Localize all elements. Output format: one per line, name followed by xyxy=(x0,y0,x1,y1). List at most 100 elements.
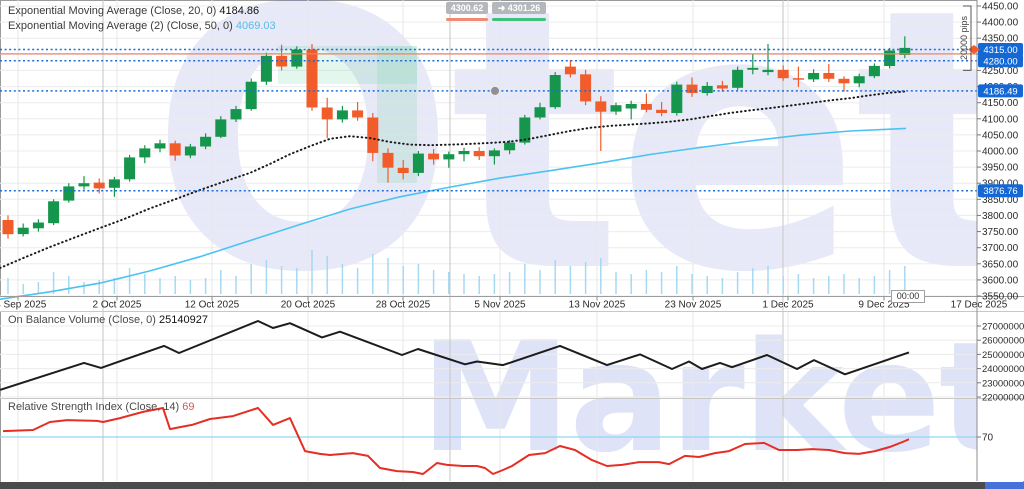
sell-spread-bar xyxy=(446,18,488,21)
candle[interactable] xyxy=(854,76,865,83)
candle[interactable] xyxy=(94,183,105,189)
candle[interactable] xyxy=(580,74,591,101)
candle[interactable] xyxy=(33,223,44,229)
candle[interactable] xyxy=(18,228,29,234)
bottom-bar-accent xyxy=(985,482,1024,489)
obv-legend-value: 25140927 xyxy=(159,314,208,326)
candle[interactable] xyxy=(383,153,394,168)
sell-button[interactable]: 4300.62 ➜ xyxy=(446,2,488,14)
candle[interactable] xyxy=(702,86,713,93)
trading-chart-window: Otet Markets 4450.004400.004350.004300.0… xyxy=(0,0,1024,489)
candle[interactable] xyxy=(428,154,439,160)
rsi-legend-row[interactable]: Relative Strength Index (Close, 14) 69 xyxy=(8,401,195,413)
candle[interactable] xyxy=(413,154,424,173)
candle[interactable] xyxy=(3,220,14,234)
candle[interactable] xyxy=(459,151,470,154)
order-marker-dot[interactable] xyxy=(491,87,499,95)
candle[interactable] xyxy=(823,73,834,79)
candle[interactable] xyxy=(687,85,698,93)
candle[interactable] xyxy=(200,137,211,147)
candle[interactable] xyxy=(48,201,59,223)
candle[interactable] xyxy=(717,85,728,88)
candle[interactable] xyxy=(550,75,561,107)
candle[interactable] xyxy=(170,143,181,155)
candle[interactable] xyxy=(291,50,302,67)
buy-arrow-icon: ➜ xyxy=(498,3,506,13)
obv-line[interactable] xyxy=(0,321,909,390)
bottom-bar xyxy=(0,482,1024,489)
candle[interactable] xyxy=(747,68,758,70)
ema20-line[interactable] xyxy=(0,91,906,268)
candle[interactable] xyxy=(869,66,880,76)
svg-text:3876.76: 3876.76 xyxy=(983,186,1017,197)
candle[interactable] xyxy=(215,119,226,136)
candle[interactable] xyxy=(139,148,150,157)
candle[interactable] xyxy=(732,70,743,88)
candle[interactable] xyxy=(656,110,667,113)
candle[interactable] xyxy=(231,109,242,119)
candle[interactable] xyxy=(79,183,90,186)
candle[interactable] xyxy=(155,143,166,148)
candle[interactable] xyxy=(307,50,318,108)
rsi-line[interactable] xyxy=(3,408,909,474)
candle[interactable] xyxy=(398,168,409,173)
candle[interactable] xyxy=(246,82,257,109)
buy-spread-bar xyxy=(492,18,546,21)
obv-axis-tick: 26000000 xyxy=(982,336,1024,347)
candle[interactable] xyxy=(626,104,637,109)
ema50-legend-value: 4069.03 xyxy=(236,20,276,32)
candle[interactable] xyxy=(261,56,272,82)
candle[interactable] xyxy=(443,154,454,159)
x-axis-tick: 24 Sep 2025 xyxy=(0,300,47,311)
pips-measure[interactable]: 20000 pips xyxy=(959,6,971,70)
buy-button[interactable]: ➜ 4301.26 xyxy=(492,2,546,14)
candle[interactable] xyxy=(109,179,120,187)
candle[interactable] xyxy=(565,67,576,75)
ema50-legend-row[interactable]: Exponential Moving Average (2) (Close, 5… xyxy=(8,19,276,34)
quote-widget: 4300.62 ➜ ➜ 4301.26 xyxy=(446,2,556,26)
candle[interactable] xyxy=(535,107,546,117)
candle[interactable] xyxy=(337,110,348,119)
y-axis-tick: 4050.00 xyxy=(982,130,1019,141)
candle[interactable] xyxy=(367,118,378,153)
obv-legend-row[interactable]: On Balance Volume (Close, 0) 25140927 xyxy=(8,314,208,326)
candle[interactable] xyxy=(322,108,333,120)
crosshair-time-tooltip: 00:00 xyxy=(891,290,925,303)
chart-plot-layer[interactable]: 4450.004400.004350.004300.004250.004200.… xyxy=(0,0,1024,489)
y-axis-tick: 3800.00 xyxy=(982,211,1019,222)
candle[interactable] xyxy=(763,70,774,72)
candle[interactable] xyxy=(884,51,895,67)
x-axis-tick: 28 Oct 2025 xyxy=(376,300,431,311)
x-axis-tick: 23 Nov 2025 xyxy=(665,300,722,311)
price-level-lines[interactable] xyxy=(0,50,977,191)
candle[interactable] xyxy=(611,105,622,111)
y-axis-tick: 3600.00 xyxy=(982,275,1019,286)
svg-text:4186.49: 4186.49 xyxy=(983,86,1017,97)
candle[interactable] xyxy=(808,73,819,79)
candle[interactable] xyxy=(124,157,135,179)
y-axis-tick: 3700.00 xyxy=(982,243,1019,254)
candle[interactable] xyxy=(793,78,804,80)
indicator-legend-ema: Exponential Moving Average (Close, 20, 0… xyxy=(8,4,276,34)
candle[interactable] xyxy=(839,79,850,84)
rsi-legend-label: Relative Strength Index (Close, 14) xyxy=(8,401,179,413)
candle[interactable] xyxy=(474,151,485,156)
x-axis-tick: 2 Oct 2025 xyxy=(93,300,142,311)
buy-price: 4301.26 xyxy=(508,3,541,13)
y-axis-tick: 3950.00 xyxy=(982,163,1019,174)
candle[interactable] xyxy=(185,147,196,156)
x-axis-tick: 5 Nov 2025 xyxy=(474,300,526,311)
candle[interactable] xyxy=(489,150,500,156)
x-axis-tick: 13 Nov 2025 xyxy=(569,300,626,311)
candle[interactable] xyxy=(63,186,74,200)
ema20-legend-row[interactable]: Exponential Moving Average (Close, 20, 0… xyxy=(8,4,276,19)
candle[interactable] xyxy=(641,104,652,110)
y-axis-tick: 4100.00 xyxy=(982,114,1019,125)
candle[interactable] xyxy=(352,110,363,117)
candle[interactable] xyxy=(504,143,515,151)
candle[interactable] xyxy=(595,101,606,111)
candle[interactable] xyxy=(778,70,789,78)
x-axis-tick: 12 Oct 2025 xyxy=(185,300,240,311)
candle[interactable] xyxy=(671,85,682,113)
x-axis-tick: 1 Dec 2025 xyxy=(762,300,814,311)
